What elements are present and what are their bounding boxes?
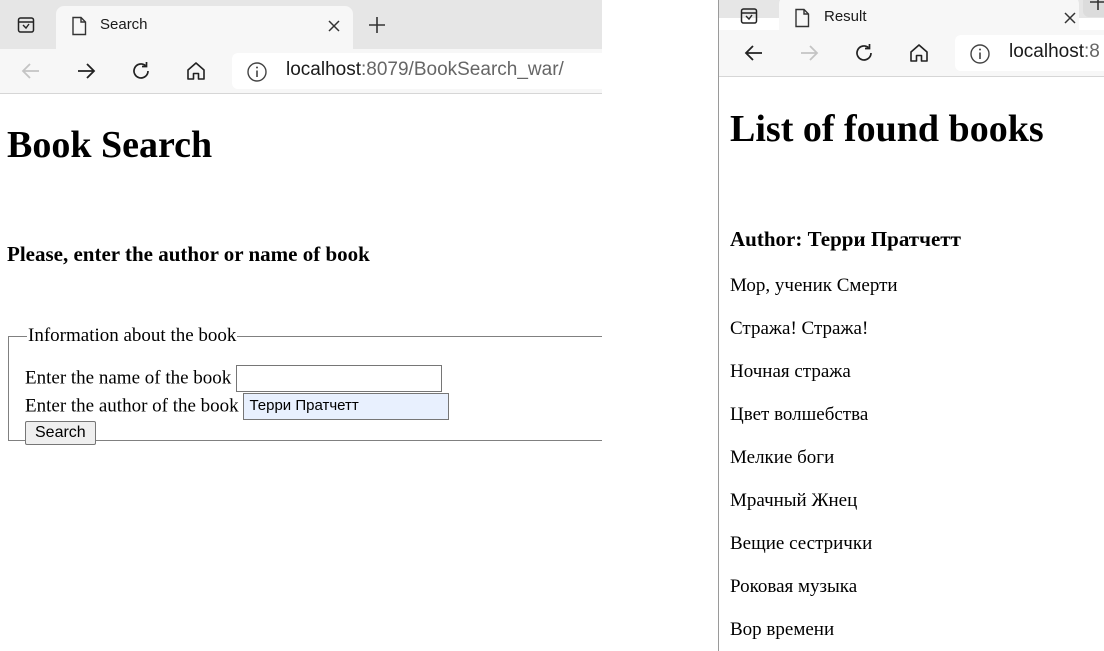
list-item: Стража! Стража! bbox=[730, 318, 869, 339]
list-item: Мрачный Жнец bbox=[730, 490, 858, 511]
forward-icon[interactable] bbox=[794, 38, 824, 68]
book-author-input[interactable]: Терри Пратчетт bbox=[243, 393, 450, 420]
fieldset-legend: Information about the book bbox=[28, 325, 237, 346]
page-subtitle: Please, enter the author or name of book bbox=[7, 242, 370, 266]
address-bar[interactable]: localhost:8079/BookSearch_war/ bbox=[232, 53, 602, 89]
name-label: Enter the name of the book bbox=[25, 367, 232, 389]
address-bar[interactable]: localhost:8 bbox=[955, 35, 1104, 71]
page-icon bbox=[70, 16, 88, 40]
author-row: Enter the author of the book Терри Пратч… bbox=[25, 393, 450, 420]
book-info-fieldset: Information about the book Enter the nam… bbox=[8, 325, 602, 445]
tab-search[interactable]: Search bbox=[56, 6, 353, 49]
tab-strip: Result bbox=[719, 0, 1104, 30]
forward-icon[interactable] bbox=[71, 56, 101, 86]
list-item: Мелкие боги bbox=[730, 447, 835, 468]
browser-toolbar: localhost:8 bbox=[719, 30, 1104, 77]
tab-result[interactable]: Result bbox=[779, 0, 1079, 30]
list-item: Роковая музыка bbox=[730, 576, 858, 597]
plus-icon[interactable] bbox=[1083, 0, 1104, 17]
search-button[interactable]: Search bbox=[25, 421, 96, 445]
list-item: Вор времени bbox=[730, 619, 835, 640]
list-item: Мор, ученик Смерти bbox=[730, 275, 898, 296]
list-item: Ночная стража bbox=[730, 361, 851, 382]
close-icon[interactable] bbox=[1061, 9, 1079, 27]
author-heading: Author: Терри Пратчетт bbox=[730, 227, 961, 251]
tab-actions-icon[interactable] bbox=[737, 4, 761, 28]
tab-title: Search bbox=[100, 16, 148, 33]
search-browser-window: Search localhost:8079/BookSearch_war/ Bo… bbox=[0, 0, 602, 651]
page-title: List of found books bbox=[730, 108, 1044, 150]
page-content: List of found books Author: Терри Пратче… bbox=[719, 77, 1104, 651]
tab-strip: Search bbox=[0, 0, 602, 49]
url-text: localhost:8 bbox=[1009, 41, 1100, 62]
reload-icon[interactable] bbox=[849, 38, 879, 68]
reload-icon[interactable] bbox=[126, 56, 156, 86]
name-row: Enter the name of the book bbox=[25, 365, 443, 392]
book-list: Мор, ученик Смерти Стража! Стража! Ночна… bbox=[730, 275, 898, 651]
page-title: Book Search bbox=[7, 124, 213, 166]
close-icon[interactable] bbox=[325, 17, 343, 35]
tab-actions-icon[interactable] bbox=[14, 13, 38, 37]
browser-toolbar: localhost:8079/BookSearch_war/ bbox=[0, 49, 602, 94]
result-browser-window: Result localhost:8 List of found books A… bbox=[718, 0, 1104, 651]
home-icon[interactable] bbox=[181, 56, 211, 86]
list-item: Цвет волшебства bbox=[730, 404, 869, 425]
url-text: localhost:8079/BookSearch_war/ bbox=[286, 59, 564, 80]
tab-title: Result bbox=[824, 8, 867, 25]
back-icon[interactable] bbox=[16, 56, 46, 86]
back-icon[interactable] bbox=[739, 38, 769, 68]
home-icon[interactable] bbox=[904, 38, 934, 68]
page-icon bbox=[793, 8, 811, 32]
book-name-input[interactable] bbox=[236, 365, 443, 392]
info-icon[interactable] bbox=[246, 61, 268, 89]
author-label: Enter the author of the book bbox=[25, 395, 239, 417]
plus-icon[interactable] bbox=[365, 13, 389, 37]
page-content: Book Search Please, enter the author or … bbox=[0, 94, 602, 651]
list-item: Вещие сестрички bbox=[730, 533, 873, 554]
info-icon[interactable] bbox=[969, 43, 991, 71]
